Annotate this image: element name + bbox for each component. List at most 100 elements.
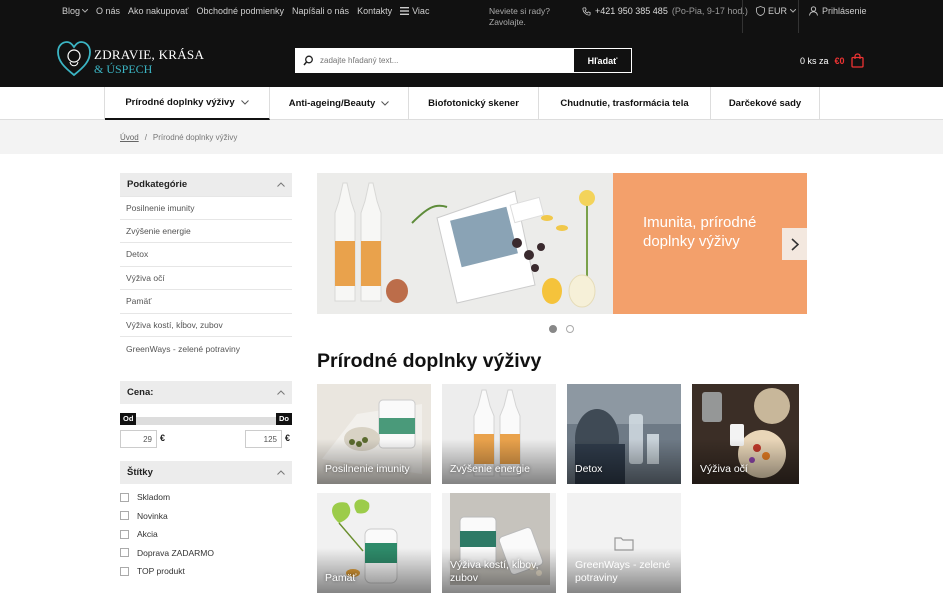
tag-filter-in-stock[interactable]: Skladom [120,488,292,507]
subcategory-panel: Podkategórie Posilnenie imunity Zvýšenie… [120,173,292,361]
category-tile-energy[interactable]: Zvýšenie energie [442,384,556,484]
checkbox[interactable] [120,492,129,502]
nav-item-label: Darčekové sady [728,98,802,109]
heart-logo-icon [57,41,91,77]
tile-label: GreenWays - zelené potraviny [575,559,671,584]
subcategory-link[interactable]: GreenWays - zelené potraviny [120,337,292,361]
chevron-up-icon [277,182,285,187]
menu-icon [400,7,410,15]
category-nav: Prírodné doplnky výživy Anti-ageing/Beau… [0,87,943,120]
nav-item-weight-loss[interactable]: Chudnutie, trasformácia tela [539,87,711,120]
nav-item-label: Prírodné doplnky výživy [125,97,235,108]
subcategory-panel-header[interactable]: Podkategórie [120,173,292,196]
price-title: Cena: [127,387,154,398]
top-link-press[interactable]: Napíšali o nás [292,6,349,16]
tile-label: Posilnenie imunity [325,463,410,475]
price-to-handle[interactable]: Do [276,413,292,425]
checkbox[interactable] [120,529,129,539]
price-max-currency: € [285,433,291,443]
top-link-about[interactable]: O nás [96,6,120,16]
tag-filter-new[interactable]: Novinka [120,507,292,526]
top-bar: Blog O nás Ako nakupovať Obchodné podmie… [0,0,943,33]
breadcrumb-separator: / [144,133,147,142]
nav-item-label: Anti-ageing/Beauty [288,98,376,109]
subcategory-link[interactable]: Zvýšenie energie [120,220,292,243]
nav-item-biophotonic-scanner[interactable]: Biofotonický skener [409,87,539,120]
tag-filter-sale[interactable]: Akcia [120,525,292,544]
price-filter-header[interactable]: Cena: [120,381,292,404]
breadcrumb-home-link[interactable]: Úvod [120,133,139,142]
logo-line-2: & ÚSPECH [94,62,153,76]
tags-title: Štítky [127,467,153,478]
tile-label: Detox [575,463,603,475]
shopping-bag-icon [850,53,864,68]
top-link-how-to-buy[interactable]: Ako nakupovať [128,6,188,16]
top-nav: Blog O nás Ako nakupovať Obchodné podmie… [62,6,429,16]
price-min-input[interactable] [120,430,157,448]
category-tile-memory[interactable]: Pamäť [317,493,431,593]
promo-banner[interactable]: Imunita, prírodné doplnky výživy [317,173,807,314]
price-from-handle[interactable]: Od [120,413,137,425]
phone-contact[interactable]: +421 950 385 485 (Po-Pia, 9-17 hod.) [582,6,748,16]
top-link-label: Blog [62,6,81,16]
subcategory-title: Podkategórie [127,179,188,190]
search-button[interactable]: Hľadať [574,49,631,72]
tags-filter: Štítky Skladom Novinka Akcia Doprava ZAD… [120,461,292,581]
category-tile-eye-nutrition[interactable]: Výživa očí [692,384,799,484]
price-min-currency: € [160,433,166,443]
tag-filter-free-shipping[interactable]: Doprava ZADARMO [120,544,292,563]
breadcrumb: Úvod / Prírodné doplnky výživy [120,133,237,142]
cart-summary[interactable]: 0 ks za €0 [800,53,864,68]
nav-item-natural-supplements[interactable]: Prírodné doplnky výživy [105,87,270,120]
login-link[interactable]: Prihlásenie [809,6,867,16]
currency-shield-icon [756,6,765,16]
top-link-blog[interactable]: Blog [62,6,89,16]
search-bar: Hľadať [295,48,632,73]
category-tile-detox[interactable]: Detox [567,384,681,484]
breadcrumb-current: Prírodné doplnky výživy [152,133,238,142]
subcategory-link[interactable]: Pamäť [120,290,292,314]
category-tile-bones-joints[interactable]: Výživa kostí, kĺbov, zubov [442,493,556,593]
site-header: ZDRAVIE, KRÁSA & ÚSPECH Hľadať 0 ks za €… [0,33,943,87]
login-label: Prihlásenie [822,6,867,16]
banner-next-button[interactable] [782,228,807,260]
checkbox[interactable] [120,566,129,576]
banner-pagination [549,325,574,333]
category-tile-greenways[interactable]: GreenWays - zelené potraviny [567,493,681,593]
price-range-slider[interactable] [120,417,292,425]
search-input[interactable] [320,49,574,72]
top-link-terms[interactable]: Obchodné podmienky [196,6,284,16]
nav-item-label: Chudnutie, trasformácia tela [560,98,689,109]
tile-label: Zvýšenie energie [450,463,530,475]
logo-line-1: ZDRAVIE, KRÁSA [94,47,205,62]
subcategory-link[interactable]: Výživa očí [120,267,292,290]
nav-item-gift-sets[interactable]: Darčekové sady [711,87,820,120]
top-link-more[interactable]: Viac [400,6,429,16]
price-filter: Cena: Od Do € € [120,381,292,456]
help-text: Neviete si rady? Zavolajte. [489,6,550,28]
divider [742,0,743,33]
subcategory-link[interactable]: Posilnenie imunity [120,196,292,220]
cart-quantity: 0 ks za [800,55,829,66]
tag-label: TOP produkt [137,566,185,577]
banner-dot-2[interactable] [566,325,574,333]
checkbox[interactable] [120,511,129,521]
checkbox[interactable] [120,548,129,558]
page-title: Prírodné doplnky výživy [317,350,542,372]
currency-selector[interactable]: EUR [756,6,797,16]
tag-filter-top-product[interactable]: TOP produkt [120,562,292,581]
category-tile-immunity[interactable]: Posilnenie imunity [317,384,431,484]
site-logo[interactable]: ZDRAVIE, KRÁSA & ÚSPECH [56,39,206,81]
banner-dot-1[interactable] [549,325,557,333]
user-icon [809,6,818,16]
tile-label: Pamäť [325,572,357,584]
tag-label: Doprava ZADARMO [137,547,214,558]
chevron-down-icon [790,9,797,13]
top-link-contacts[interactable]: Kontakty [357,6,392,16]
nav-item-anti-ageing[interactable]: Anti-ageing/Beauty [270,87,409,120]
price-max-input[interactable] [245,430,282,448]
subcategory-link[interactable]: Detox [120,243,292,267]
tags-filter-header[interactable]: Štítky [120,461,292,484]
subcategory-link[interactable]: Výživa kostí, kĺbov, zubov [120,314,292,337]
help-line-1: Neviete si rady? [489,6,550,16]
